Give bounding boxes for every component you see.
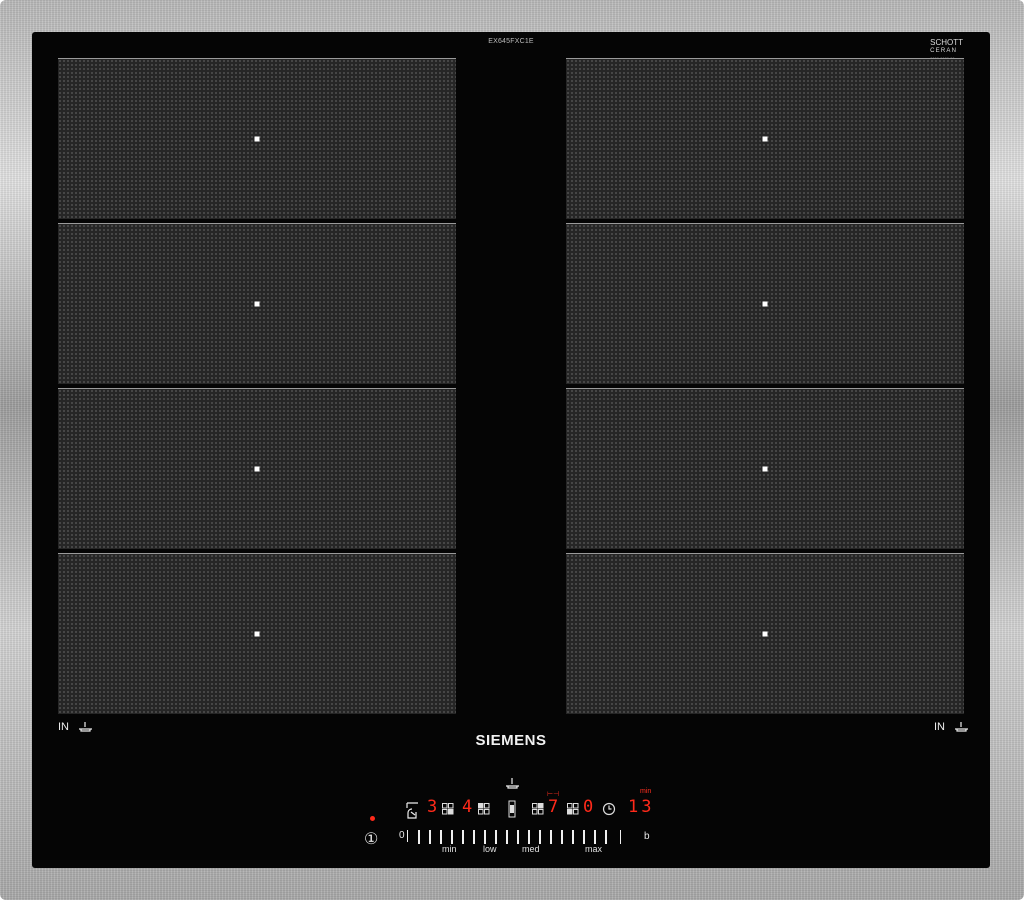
left-zone-4 xyxy=(58,553,456,714)
brand-logo: SIEMENS xyxy=(475,732,547,749)
right-zone-2 xyxy=(566,223,964,384)
zone-display-3: 7 xyxy=(548,797,559,817)
slider-tick xyxy=(583,830,585,844)
slider-tick xyxy=(539,830,541,844)
slider-boost-label[interactable]: b xyxy=(644,831,650,842)
zone-marker xyxy=(254,301,260,307)
zone-marker xyxy=(762,466,768,472)
slider-tick xyxy=(620,830,621,844)
slider-label-low: low xyxy=(483,844,497,854)
zone-display-4: 0 xyxy=(583,797,594,817)
slider-tick xyxy=(506,830,508,844)
slider-label-min: min xyxy=(442,844,457,854)
slider-zero-label: 0 xyxy=(399,830,405,841)
glass-brand: SCHOTT xyxy=(930,38,963,47)
slider-tick xyxy=(418,830,420,844)
slider-tick xyxy=(484,830,486,844)
slider-label-med: med xyxy=(522,844,540,854)
bridge-icon[interactable] xyxy=(507,800,517,818)
pan-icon[interactable] xyxy=(504,776,522,790)
glass-brand-sub: CERAN xyxy=(930,48,958,54)
slider-tick xyxy=(550,830,552,844)
timer-unit: min xyxy=(640,788,652,795)
right-zone-3 xyxy=(566,388,964,549)
zone-display-1: 3 xyxy=(427,797,438,817)
slider-tick xyxy=(473,830,475,844)
slider-tick xyxy=(451,830,453,844)
zone-marker xyxy=(254,466,260,472)
left-zone-3 xyxy=(58,388,456,549)
zone-select-icon[interactable] xyxy=(532,803,544,815)
right-zone-1 xyxy=(566,58,964,219)
slider-tick xyxy=(528,830,530,844)
zone-marker xyxy=(254,136,260,142)
left-zone-1 xyxy=(58,58,456,219)
left-zone-2 xyxy=(58,223,456,384)
slider-label-max: max xyxy=(585,844,603,854)
slider-tick xyxy=(594,830,596,844)
zone-marker xyxy=(254,631,260,637)
right-zone-4 xyxy=(566,553,964,714)
zone-marker xyxy=(762,301,768,307)
slider-tick xyxy=(440,830,442,844)
power-indicator-led xyxy=(370,816,375,821)
zone-select-icon[interactable] xyxy=(442,803,454,815)
slider-tick xyxy=(429,830,431,844)
slider-tick xyxy=(495,830,497,844)
zone-select-icon[interactable] xyxy=(567,803,579,815)
model-code: EX645FXC1E xyxy=(488,38,534,45)
cooktop-glass: EX645FXC1E SCHOTT CERAN 0000 0000 00 IN … xyxy=(32,32,990,868)
slider-tick xyxy=(462,830,464,844)
slider-tick xyxy=(572,830,574,844)
slider-tick xyxy=(407,830,408,842)
zone-marker xyxy=(762,136,768,142)
slider-tick xyxy=(561,830,563,844)
move-icon[interactable] xyxy=(404,800,422,820)
zone-select-icon[interactable] xyxy=(478,803,490,815)
power-button[interactable]: ① xyxy=(364,829,378,849)
slider-tick xyxy=(605,830,607,844)
timer-display: 13 xyxy=(628,797,655,817)
zone-marker xyxy=(762,631,768,637)
clock-icon[interactable] xyxy=(602,802,616,816)
zone-display-2: 4 xyxy=(462,797,473,817)
slider-tick xyxy=(517,830,519,844)
